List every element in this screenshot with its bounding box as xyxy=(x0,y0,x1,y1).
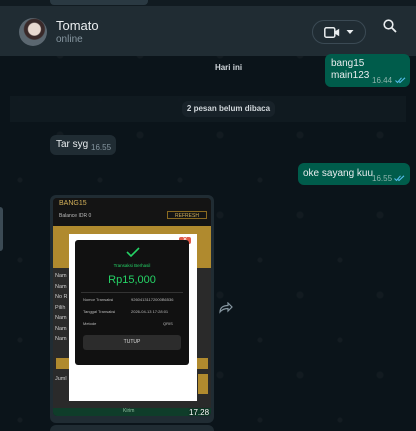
popup-title: Transaksi Berhasil xyxy=(113,263,151,268)
next-message-bubble[interactable] xyxy=(50,425,214,431)
video-call-button[interactable] xyxy=(312,20,366,44)
search-icon[interactable] xyxy=(383,19,397,33)
side-label: Nam xyxy=(55,336,67,342)
message-text: Tar syg xyxy=(56,139,89,150)
side-label: Nam xyxy=(55,283,67,290)
outgoing-message[interactable]: oke sayang kuu 16.55 xyxy=(298,163,410,185)
outgoing-message[interactable]: bang15 main123 16.44 xyxy=(325,54,410,87)
row-label: Metode xyxy=(83,321,97,326)
close-popup-button: TUTUP xyxy=(83,335,181,350)
row-value: 2026-04-13 17:28:01 xyxy=(131,309,169,314)
panel-resize-handle[interactable] xyxy=(0,207,3,251)
read-ticks-icon xyxy=(394,175,405,182)
video-camera-icon xyxy=(324,27,340,38)
amount-text: Rp15,000 xyxy=(108,274,156,286)
message-text: oke sayang kuu xyxy=(303,168,374,179)
submit-label: Kirim xyxy=(123,408,135,414)
row-label: Tanggal Transaksi xyxy=(83,309,116,314)
forward-icon[interactable] xyxy=(219,302,233,314)
jumlah-label: Juml xyxy=(55,376,67,382)
side-label: Nam xyxy=(55,273,67,279)
side-label: No R xyxy=(55,294,68,300)
popup-frame: ✕ Transaksi Berhasil Rp15,000 Nomor Tran… xyxy=(69,234,197,401)
gold-side-block xyxy=(198,374,208,394)
transaction-screenshot[interactable]: BANG15 Balance IDR 0 REFRESH Nam Nam No … xyxy=(53,198,211,416)
date-divider: Hari ini xyxy=(214,63,243,72)
app-header: BANG15 Balance IDR 0 REFRESH xyxy=(53,198,211,226)
contact-status: online xyxy=(56,34,83,45)
side-label: Nam xyxy=(55,315,67,321)
message-time: 16.44 xyxy=(372,76,393,85)
unread-divider: 2 pesan belum dibaca xyxy=(182,101,275,117)
message-time: 16.55 xyxy=(91,143,112,152)
row-value: QRIS xyxy=(163,321,173,326)
checkmark-icon xyxy=(126,247,140,257)
message-time: 17.28 xyxy=(189,408,210,417)
refresh-button: REFRESH xyxy=(167,211,207,219)
balance-text: Balance IDR 0 xyxy=(59,213,92,219)
chevron-down-icon xyxy=(346,30,354,34)
message-text: bang15 xyxy=(331,58,365,69)
side-labels: Nam Nam No R Pilih Nam Nam Nam xyxy=(55,271,69,345)
incoming-message[interactable]: Tar syg 16.55 xyxy=(50,135,116,155)
message-text: main123 xyxy=(331,70,370,81)
side-label: Pilih xyxy=(55,304,66,311)
popup-card: Transaksi Berhasil Rp15,000 Nomor Transa… xyxy=(75,240,189,365)
side-label: Nam xyxy=(55,325,67,332)
contact-name[interactable]: Tomato xyxy=(56,18,99,33)
row-value: 92604131172000B6536 xyxy=(131,297,174,302)
image-message[interactable]: BANG15 Balance IDR 0 REFRESH Nam Nam No … xyxy=(50,195,214,423)
divider xyxy=(81,292,183,293)
chat-header[interactable]: Tomato online xyxy=(0,6,416,56)
message-time: 16.55 xyxy=(372,174,393,183)
top-tab xyxy=(50,0,148,5)
read-ticks-icon xyxy=(395,77,406,84)
submit-bar: Kirim xyxy=(53,408,211,416)
row-label: Nomor Transaksi xyxy=(83,297,114,302)
contact-avatar[interactable] xyxy=(19,18,47,46)
app-title: BANG15 xyxy=(59,200,87,207)
